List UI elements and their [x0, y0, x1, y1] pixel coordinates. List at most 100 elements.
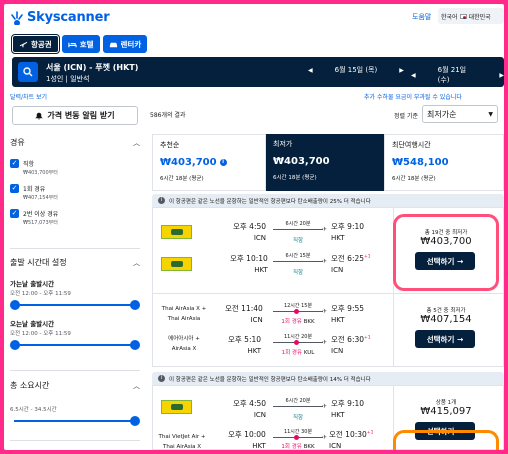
slider-max-handle[interactable]	[130, 340, 140, 350]
duration-filter-header[interactable]: 총 소요시간 ︿	[10, 380, 140, 391]
logo-text: Skyscanner	[27, 10, 110, 25]
option-label: 직항	[23, 161, 35, 168]
airline-names-return: 에어아시아 + AirAsia X	[159, 334, 209, 354]
price-panel: 총 5건 중 최저가 ₩407,154 선택하기 →	[415, 306, 477, 348]
tab-hotels[interactable]: 호텔	[61, 35, 100, 53]
depart-date-picker[interactable]: ◀ 6월 15일 (목) ▶	[308, 65, 404, 75]
outbound-time-filter: 가는날 출발시간 오전 12:00 - 오후 11:59	[10, 278, 140, 310]
airline-name: Thai AirAsia X +	[161, 306, 207, 312]
arrival-airport: ICN	[331, 347, 344, 355]
duration-filter-title: 총 소요시간	[10, 381, 50, 390]
return-date-picker[interactable]: ◀ 6월 21일 (수) ▶	[411, 65, 504, 85]
eco-banner: i 이 항공편은 같은 노선을 운항하는 일반적인 항공편보다 탄소배출량이 2…	[152, 194, 504, 207]
airline-names-outbound: Thai AirAsia X + Thai AirAsia	[159, 304, 209, 324]
option-price: ₩403,700부터	[23, 170, 58, 176]
departure-airport: ICN	[253, 234, 267, 242]
arrival-airport: HKT	[331, 411, 345, 419]
airline-logo	[161, 257, 192, 271]
arrival-airport: ICN	[331, 266, 344, 274]
stops-filter-title: 경유	[10, 138, 25, 147]
option-label: 1회 경유	[23, 186, 46, 193]
help-link[interactable]: 도움말	[412, 12, 431, 22]
price-highlight-ring	[393, 430, 499, 450]
info-icon[interactable]: i	[219, 159, 227, 166]
checkbox-checked-icon[interactable]: ✓	[10, 184, 19, 193]
page: Skyscanner 도움말 한국어 대한민국 항공권 호텔 렌터카 서울 (I…	[4, 4, 504, 450]
leg-line: ✈	[273, 403, 327, 410]
duration-slider[interactable]	[10, 416, 140, 426]
leg-arrival: 오전 6:25+1 ICN	[331, 253, 371, 274]
tab-car-hire-label: 렌터카	[120, 39, 142, 49]
outbound-time-range: 오전 12:00 - 오후 11:59	[10, 291, 71, 297]
prev-depart-date-icon[interactable]: ◀	[308, 67, 313, 74]
leg-outbound: 오후 4:50 ICN	[233, 221, 266, 242]
skyscanner-logo[interactable]: Skyscanner	[10, 10, 110, 25]
stops-filter-header[interactable]: 경유 ︿	[10, 137, 140, 148]
plane-icon: ✈	[321, 403, 327, 410]
departure-times-header[interactable]: 출발 시간대 설정 ︿	[10, 257, 140, 268]
stops-label: 직항	[292, 238, 304, 244]
summary-best[interactable]: 추천순 ₩403,700 i 6시간 18분 (평균)	[152, 134, 266, 191]
summary-title: 최단여행시간	[392, 141, 431, 149]
info-icon: i	[158, 197, 165, 204]
summary-fastest[interactable]: 최단여행시간 ₩548,100 6시간 18분 (평균)	[384, 134, 504, 191]
stops-label: 직항	[292, 415, 304, 421]
airline-names-return: Thai VietJet Air + Thai AirAsia X	[157, 432, 207, 450]
duration-filter: 총 소요시간 ︿ 6.5시간 - 34.5시간	[10, 380, 140, 426]
stops-option-two-plus[interactable]: ✓ 2번 이상 경유 ₩517,073부터	[10, 209, 140, 226]
search-button[interactable]	[18, 62, 38, 82]
leg-arrival: 오후 9:55 HKT	[331, 303, 364, 324]
leg-arrival: 오후 9:10 HKT	[331, 398, 364, 419]
checkbox-checked-icon[interactable]: ✓	[10, 209, 19, 218]
next-return-date-icon[interactable]: ▶	[499, 72, 504, 79]
slider-handle[interactable]	[130, 416, 140, 426]
summary-title: 최저가	[273, 140, 293, 148]
tab-flights-label: 항공권	[31, 39, 52, 49]
next-depart-date-icon[interactable]: ▶	[399, 67, 404, 74]
region-label: 대한민국	[468, 13, 491, 21]
result-card[interactable]: Thai AirAsia X + Thai AirAsia 에어아시아 + Ai…	[152, 293, 504, 367]
departure-airport: HKT	[254, 266, 268, 274]
leg-duration: 11시간 20분	[283, 334, 313, 340]
arrival-airport: ICN	[329, 442, 342, 450]
outbound-time-label: 가는날 출발시간	[10, 280, 55, 288]
option-price: ₩517,073부터	[23, 220, 58, 226]
price-alert-button[interactable]: 가격 변동 알림 받기	[12, 106, 138, 125]
stop-dot	[294, 435, 299, 440]
stops-label: 1회 경유	[281, 444, 302, 450]
stop-airport: BKK	[303, 444, 315, 450]
summary-cheapest[interactable]: 최저가 ₩403,700 6시간 18분 (평균)	[266, 134, 384, 191]
tab-flights[interactable]: 항공권	[11, 34, 60, 54]
prev-return-date-icon[interactable]: ◀	[411, 72, 416, 79]
calendar-chart-link[interactable]: 달력/차트 보기	[10, 92, 47, 101]
divider	[10, 370, 140, 371]
outbound-time-slider[interactable]	[10, 300, 140, 310]
select-button[interactable]: 선택하기 →	[415, 330, 475, 348]
slider-max-handle[interactable]	[130, 300, 140, 310]
slider-min-handle[interactable]	[10, 340, 20, 350]
info-icon: i	[158, 375, 165, 382]
sort-select[interactable]: 최저가순 ▼	[422, 105, 498, 123]
leg-duration: 6시간 20분	[285, 221, 311, 227]
car-icon	[109, 42, 117, 47]
baggage-fees-link[interactable]: 추가 수하물 요금이 부과될 수 있습니다	[364, 92, 462, 101]
arrival-airport: HKT	[331, 234, 345, 242]
airline-logo	[161, 400, 192, 414]
slider-min-handle[interactable]	[10, 300, 20, 310]
search-summary-bar[interactable]: 서울 (ICN) - 푸껫 (HKT) 1성인 | 일반석 ◀ 6월 15일 (…	[12, 57, 504, 87]
stops-option-one-stop[interactable]: ✓ 1회 경유 ₩407,154부터	[10, 184, 140, 201]
search-icon	[23, 67, 33, 77]
summary-price: ₩403,700	[160, 157, 217, 168]
price-alert-label: 가격 변동 알림 받기	[47, 111, 115, 120]
airline-name: Thai VietJet Air +	[158, 434, 206, 440]
arrival-time: 오후 9:10	[331, 222, 365, 231]
airline-name: Thai AirAsia	[167, 316, 201, 322]
depart-date: 6월 15일 (목)	[334, 66, 378, 74]
slider-track	[14, 304, 136, 306]
language-region-button[interactable]: 한국어 대한민국	[438, 8, 504, 24]
tab-car-hire[interactable]: 렌터카	[102, 35, 148, 53]
checkbox-checked-icon[interactable]: ✓	[10, 159, 19, 168]
inbound-time-slider[interactable]	[10, 340, 140, 350]
airline-name: 에어아시아 +	[168, 336, 200, 342]
stops-option-direct[interactable]: ✓ 직항 ₩403,700부터	[10, 159, 140, 176]
